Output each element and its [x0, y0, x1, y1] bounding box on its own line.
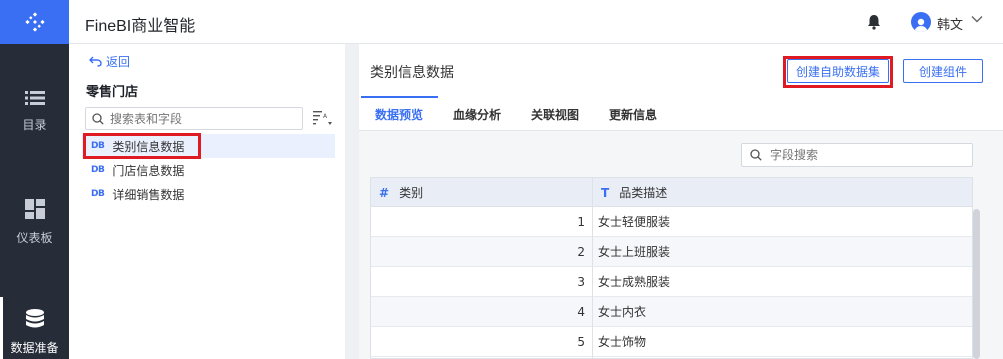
tab-relation-view[interactable]: 关联视图: [531, 106, 579, 123]
back-link[interactable]: 返回: [89, 53, 130, 70]
cell-category: 4: [577, 305, 585, 319]
column-divider: [592, 178, 593, 358]
field-search-input[interactable]: [770, 148, 960, 162]
back-label: 返回: [106, 55, 131, 69]
avatar[interactable]: [911, 12, 931, 32]
tab-update-info[interactable]: 更新信息: [609, 106, 657, 123]
chevron-down-icon[interactable]: [971, 15, 983, 23]
tree-item-label: 门店信息数据: [112, 163, 185, 178]
top-bar: FineBI商业智能 韩文: [69, 0, 1003, 44]
dashboard-grid-icon: [24, 199, 45, 219]
nav-item-data-prep[interactable]: 数据准备: [0, 297, 69, 359]
app-logo[interactable]: [0, 0, 69, 44]
tree-item-store-info[interactable]: DB 门店信息数据: [82, 158, 335, 182]
nav-label-data-prep: 数据准备: [10, 341, 59, 355]
tree-search-field[interactable]: [85, 107, 303, 130]
column-header-label: 品类描述: [619, 186, 668, 200]
user-icon: [914, 18, 928, 32]
column-header-description[interactable]: T 品类描述: [601, 178, 667, 207]
nav-label-dashboard: 仪表板: [16, 231, 53, 245]
table-row: 1 女士轻便服装: [371, 207, 972, 237]
cell-description: 女士轻便服装: [598, 215, 671, 229]
data-preview-table: # 类别 T 品类描述 1 女士轻便服装 2 女士上班服装 3 女士成熟服装 4…: [370, 177, 973, 359]
text-type-icon: T: [601, 185, 610, 200]
cell-category: 5: [577, 335, 585, 349]
catalog-list-icon: [24, 91, 45, 105]
logo-icon: [24, 12, 45, 32]
cell-category: 3: [577, 275, 585, 289]
tab-lineage[interactable]: 血缘分析: [453, 106, 501, 123]
db-icon: DB: [91, 189, 105, 199]
package-title: 零售门店: [86, 85, 139, 100]
table-row: 5 女士饰物: [371, 327, 972, 357]
app-title: FineBI商业智能: [85, 18, 196, 35]
dataset-tree-panel: 返回 零售门店 A DB 类别信息数据 DB 门店信息数据 DB 详细销售数据: [69, 44, 345, 359]
tree-item-label: 详细销售数据: [112, 187, 185, 202]
cell-category: 2: [577, 245, 585, 259]
left-nav: 目录 仪表板 数据准备: [0, 0, 69, 359]
table-row: 2 女士上班服装: [371, 237, 972, 267]
table-header: # 类别 T 品类描述: [371, 178, 972, 207]
nav-item-dashboard[interactable]: 仪表板: [0, 199, 69, 246]
number-type-icon: #: [379, 185, 390, 200]
tree-search-input[interactable]: [110, 111, 290, 126]
search-icon: [750, 149, 762, 161]
main-panel: 类别信息数据 创建自助数据集 创建组件 数据预览 血缘分析 关联视图 更新信息 …: [359, 44, 1003, 359]
active-tab-indicator: [361, 96, 438, 98]
highlight-box-create-dataset: [783, 56, 893, 88]
user-name[interactable]: 韩文: [937, 14, 963, 33]
cell-description: 女士成熟服装: [598, 275, 671, 289]
nav-label-catalog: 目录: [22, 118, 47, 132]
highlight-box-category-item: [83, 133, 201, 159]
table-scrollbar[interactable]: [973, 209, 980, 359]
table-row: 3 女士成熟服装: [371, 267, 972, 297]
back-arrow-icon: [89, 56, 102, 67]
search-icon: [92, 112, 104, 125]
bell-icon[interactable]: [867, 14, 881, 30]
cell-description: 女士内衣: [598, 305, 647, 319]
column-header-category[interactable]: # 类别: [379, 178, 423, 207]
create-component-button[interactable]: 创建组件: [903, 59, 983, 83]
cell-description: 女士饰物: [598, 335, 647, 349]
tree-item-sales-detail[interactable]: DB 详细销售数据: [82, 182, 335, 206]
tab-data-preview[interactable]: 数据预览: [375, 106, 423, 123]
cell-category: 1: [577, 215, 585, 229]
database-icon: [25, 309, 44, 328]
svg-text:A: A: [323, 113, 328, 120]
dataset-title: 类别信息数据: [370, 65, 454, 81]
nav-item-catalog[interactable]: 目录: [0, 90, 69, 133]
cell-description: 女士上班服装: [598, 245, 671, 259]
db-icon: DB: [91, 165, 105, 175]
field-search-field[interactable]: [741, 143, 973, 167]
column-header-label: 类别: [399, 186, 424, 200]
sort-icon[interactable]: A: [313, 110, 335, 126]
table-row: 4 女士内衣: [371, 297, 972, 327]
